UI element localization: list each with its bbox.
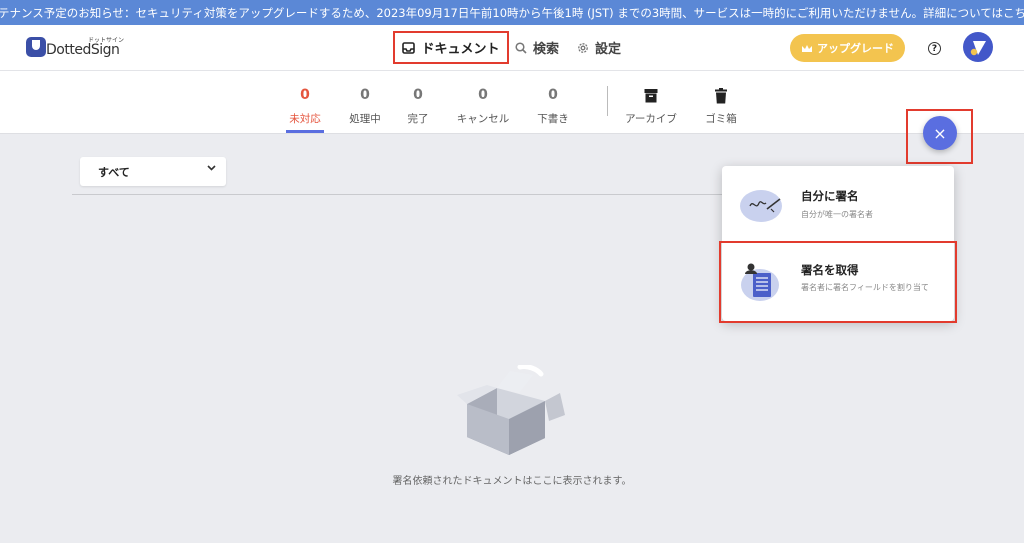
- tab-count: 0: [360, 87, 370, 103]
- tab-trash[interactable]: ゴミ箱: [701, 87, 741, 133]
- tab-drafts[interactable]: 0 下書き: [533, 87, 573, 133]
- self-sign-icon: [740, 190, 782, 222]
- tab-label: 下書き: [537, 113, 569, 125]
- logo-mark-icon: [26, 37, 46, 57]
- nav-documents[interactable]: ドキュメント: [393, 31, 509, 64]
- tab-completed[interactable]: 0 完了: [401, 87, 435, 133]
- tab-cancelled[interactable]: 0 キャンセル: [455, 87, 511, 133]
- maintenance-banner[interactable]: メンテナンス予定のお知らせ：セキュリティ対策をアップグレードするため、2023年…: [0, 0, 1024, 25]
- gear-icon: [578, 42, 588, 53]
- status-tabs-bar: 0 未対応 0 処理中 0 完了 0 キャンセル 0 下書き アーカイブ ゴミ箱: [0, 71, 1024, 134]
- create-document-menu: 自分に署名 自分が唯一の署名者 署名を取得 署名者に署名フィールドを割り当て: [719, 166, 957, 323]
- trash-icon: [715, 88, 727, 104]
- upgrade-button[interactable]: アップグレード: [790, 34, 905, 62]
- chevron-down-icon: [207, 165, 216, 171]
- nav-settings[interactable]: 設定: [577, 31, 621, 64]
- upgrade-label: アップグレード: [817, 42, 894, 55]
- tab-label: アーカイブ: [625, 113, 677, 125]
- request-sign-icon: [741, 263, 779, 301]
- list-divider: [72, 194, 732, 195]
- avatar[interactable]: [963, 32, 993, 62]
- menu-item-desc: 自分が唯一の署名者: [801, 210, 873, 219]
- status-filter-select[interactable]: すべて: [80, 157, 226, 186]
- avatar-logo-icon: [970, 41, 986, 56]
- archive-icon: [644, 89, 658, 103]
- tab-count: 0: [413, 87, 423, 103]
- empty-state-message: 署名依頼されたドキュメントはここに表示されます。: [392, 476, 632, 487]
- logo-wordmark: DottedSign: [46, 42, 120, 58]
- search-icon: [515, 41, 527, 54]
- inbox-icon: [402, 41, 416, 54]
- nav-settings-label: 設定: [595, 42, 622, 57]
- menu-item-self-sign[interactable]: 自分に署名 自分が唯一の署名者: [722, 166, 954, 242]
- filter-value: すべて: [98, 165, 130, 179]
- tab-processing[interactable]: 0 処理中: [346, 87, 384, 133]
- tab-count: 0: [548, 87, 558, 103]
- tab-pending[interactable]: 0 未対応: [286, 87, 324, 133]
- menu-item-title: 自分に署名: [801, 189, 859, 203]
- close-icon: ×: [933, 123, 947, 143]
- tab-label: 完了: [407, 113, 429, 125]
- dottedsign-logo[interactable]: ドットサイン DottedSign: [26, 35, 124, 63]
- help-glyph: ?: [931, 43, 938, 54]
- empty-box-icon: [457, 365, 565, 455]
- tab-label: 未対応: [289, 113, 321, 125]
- tab-label: 処理中: [349, 113, 381, 125]
- nav-documents-label: ドキュメント: [421, 42, 500, 57]
- banner-text: メンテナンス予定のお知らせ：セキュリティ対策をアップグレードするため、2023年…: [0, 5, 1024, 20]
- menu-item-title: 署名を取得: [801, 263, 859, 277]
- tab-count: 0: [478, 87, 488, 103]
- help-icon[interactable]: ?: [928, 42, 941, 55]
- tab-archive[interactable]: アーカイブ: [623, 87, 679, 133]
- tab-label: ゴミ箱: [705, 113, 737, 125]
- tab-count: 0: [300, 87, 310, 103]
- nav-search-label: 検索: [533, 42, 560, 57]
- nav-search[interactable]: 検索: [515, 31, 559, 64]
- menu-item-request-sign[interactable]: 署名を取得 署名者に署名フィールドを割り当て: [719, 241, 957, 323]
- close-fab-button[interactable]: ×: [923, 116, 957, 150]
- tabs-divider: [607, 86, 608, 116]
- tab-label: キャンセル: [456, 113, 510, 125]
- menu-item-desc: 署名者に署名フィールドを割り当て: [801, 283, 929, 292]
- crown-icon: [802, 44, 812, 52]
